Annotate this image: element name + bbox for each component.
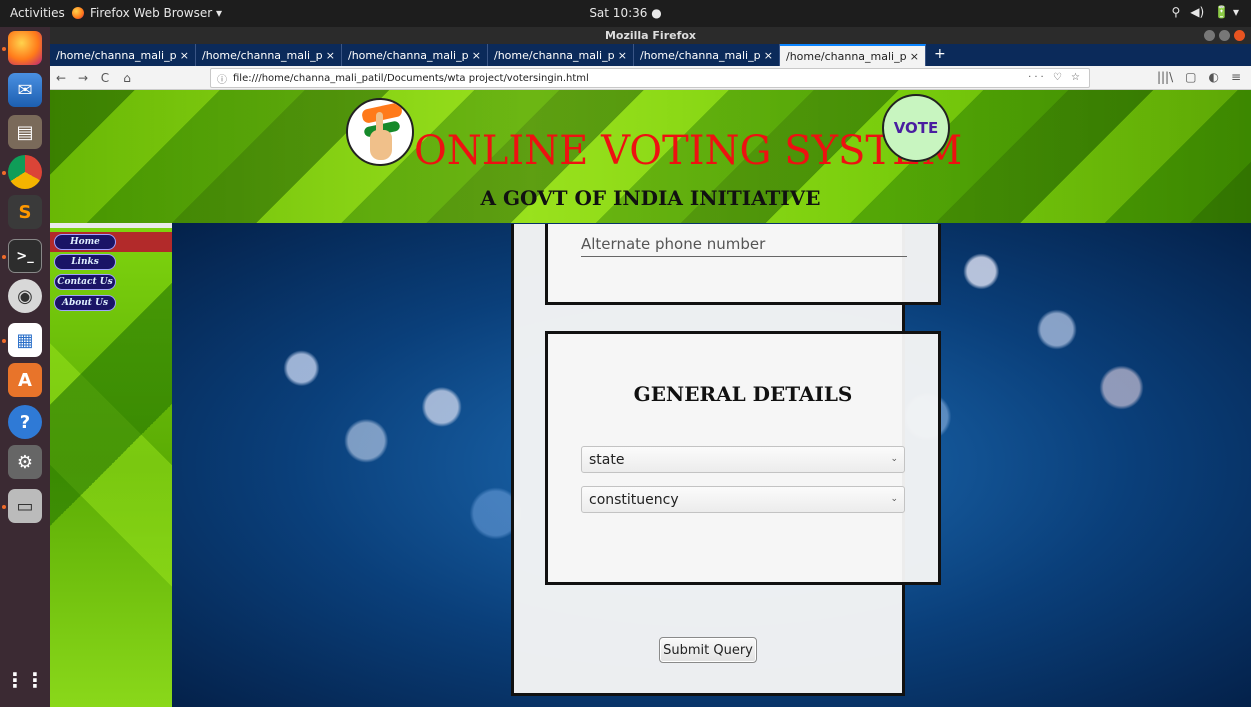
- network-icon[interactable]: ⚲: [1172, 5, 1181, 19]
- constituency-select[interactable]: constituency ⌄: [581, 486, 905, 513]
- chrome-icon[interactable]: [8, 155, 42, 189]
- forward-button[interactable]: →: [72, 71, 94, 85]
- running-indicator: [2, 339, 6, 343]
- nav-links-link[interactable]: Links: [54, 254, 116, 270]
- nav-divider: [50, 223, 172, 228]
- battery-icon[interactable]: 🔋 ▾: [1214, 5, 1239, 19]
- running-indicator: [2, 47, 6, 51]
- apps-grid-icon[interactable]: ⋮⋮: [5, 663, 45, 697]
- minimize-icon[interactable]: [1204, 30, 1215, 41]
- tab-label: /home/channa_mali_patil/D: [348, 48, 468, 62]
- terminal-icon[interactable]: >_: [8, 239, 42, 273]
- nav-contact-link[interactable]: Contact Us: [54, 274, 116, 290]
- close-tab-icon[interactable]: ×: [764, 49, 773, 62]
- sublime-icon[interactable]: S: [8, 195, 42, 229]
- system-tray[interactable]: ⚲ ◀) 🔋 ▾: [1172, 5, 1240, 19]
- site-title: ONLINE VOTING SYSTEM: [414, 128, 963, 174]
- help-icon[interactable]: ?: [8, 405, 42, 439]
- page-actions[interactable]: ··· ♡ ☆: [1028, 72, 1083, 83]
- running-indicator: [2, 505, 6, 509]
- writer-icon[interactable]: ▦: [8, 323, 42, 357]
- system-top-bar: Activities Firefox Web Browser ▾ Sat 10:…: [0, 0, 1251, 27]
- site-info-icon[interactable]: ⓘ: [217, 71, 227, 86]
- tab-label: /home/channa_mali_patil/D: [494, 48, 614, 62]
- firefox-icon[interactable]: [8, 31, 42, 65]
- url-bar[interactable]: ⓘ file:///home/channa_mali_patil/Documen…: [210, 68, 1090, 88]
- close-tab-icon[interactable]: ×: [326, 49, 335, 62]
- browser-tab[interactable]: /home/channa_mali_patil/D ×: [634, 44, 780, 66]
- general-details-heading: GENERAL DETAILS: [633, 382, 853, 406]
- alternate-phone-input[interactable]: [581, 231, 907, 257]
- library-icon[interactable]: |||\: [1157, 70, 1173, 84]
- side-navigation: Home Links Contact Us About Us: [50, 223, 172, 707]
- browser-tab[interactable]: /home/channa_mali_patil/D ×: [488, 44, 634, 66]
- tab-label: /home/channa_mali_patil/D: [640, 48, 760, 62]
- back-button[interactable]: ←: [50, 71, 72, 85]
- state-select[interactable]: state ⌄: [581, 446, 905, 473]
- browser-tab[interactable]: /home/channa_mali_patil/D ×: [196, 44, 342, 66]
- nav-home-link[interactable]: Home: [54, 234, 116, 250]
- browser-tab[interactable]: /home/channa_mali_patil/D ×: [50, 44, 196, 66]
- settings-icon[interactable]: ⚙: [8, 445, 42, 479]
- new-tab-button[interactable]: +: [926, 44, 954, 66]
- tab-label: /home/channa_mali_patil/D: [202, 48, 322, 62]
- vote-badge-label: VOTE: [893, 119, 939, 137]
- running-indicator: [2, 171, 6, 175]
- close-tab-icon[interactable]: ×: [618, 49, 627, 62]
- chevron-down-icon: ⌄: [890, 494, 898, 504]
- tab-label: /home/channa_mali_patil/D: [56, 48, 176, 62]
- submit-query-button[interactable]: Submit Query: [659, 637, 757, 663]
- files-icon[interactable]: ▤: [8, 115, 42, 149]
- volume-icon[interactable]: ◀): [1190, 5, 1204, 19]
- scanner-icon[interactable]: ▭: [8, 489, 42, 523]
- state-select-value: state: [589, 451, 625, 468]
- maximize-icon[interactable]: [1219, 30, 1230, 41]
- menu-icon[interactable]: ≡: [1231, 70, 1241, 84]
- close-window-icon[interactable]: [1234, 30, 1245, 41]
- constituency-select-value: constituency: [589, 491, 679, 508]
- chevron-down-icon: ⌄: [890, 454, 898, 464]
- voting-logo: [346, 98, 414, 166]
- window-title: Mozilla Firefox: [604, 29, 697, 42]
- tab-strip: /home/channa_mali_patil/D × /home/channa_…: [50, 44, 1251, 66]
- sidebar-icon[interactable]: ▢: [1185, 70, 1196, 84]
- browser-tab[interactable]: /home/channa_mali_patil/D ×: [342, 44, 488, 66]
- web-page: ONLINE VOTING SYSTEM VOTE A GOVT OF INDI…: [50, 90, 1251, 707]
- clock[interactable]: Sat 10:36 ●: [0, 6, 1251, 20]
- close-tab-icon[interactable]: ×: [910, 50, 919, 63]
- navigation-toolbar: ← → C ⌂ ⓘ file:///home/channa_mali_patil…: [50, 66, 1251, 90]
- window-controls: [1204, 30, 1245, 41]
- finger-icon: [376, 112, 383, 134]
- nav-about-link[interactable]: About Us: [54, 295, 116, 311]
- hand-icon: [370, 130, 392, 160]
- close-tab-icon[interactable]: ×: [472, 49, 481, 62]
- audio-icon[interactable]: ◉: [8, 279, 42, 313]
- extension-icon[interactable]: ◐: [1208, 70, 1218, 84]
- reload-button[interactable]: C: [94, 71, 116, 85]
- launcher-dock: ✉ ▤ S >_ ◉ ▦ A ? ⚙ ▭ ⋮⋮: [0, 27, 50, 707]
- browser-tab-active[interactable]: /home/channa_mali_patil/D ×: [780, 44, 926, 66]
- software-icon[interactable]: A: [8, 363, 42, 397]
- tab-label: /home/channa_mali_patil/D: [786, 49, 906, 63]
- window-title-bar: Mozilla Firefox: [50, 27, 1251, 44]
- site-subtitle: A GOVT OF INDIA INITIATIVE: [480, 186, 821, 210]
- thunderbird-icon[interactable]: ✉: [8, 73, 42, 107]
- running-indicator: [2, 255, 6, 259]
- home-button[interactable]: ⌂: [116, 71, 138, 85]
- site-header: ONLINE VOTING SYSTEM VOTE A GOVT OF INDI…: [50, 90, 1251, 223]
- close-tab-icon[interactable]: ×: [180, 49, 189, 62]
- toolbar-right: |||\ ▢ ◐ ≡: [1157, 70, 1241, 84]
- vote-badge: VOTE: [882, 94, 950, 162]
- url-text[interactable]: file:///home/channa_mali_patil/Documents…: [233, 73, 589, 84]
